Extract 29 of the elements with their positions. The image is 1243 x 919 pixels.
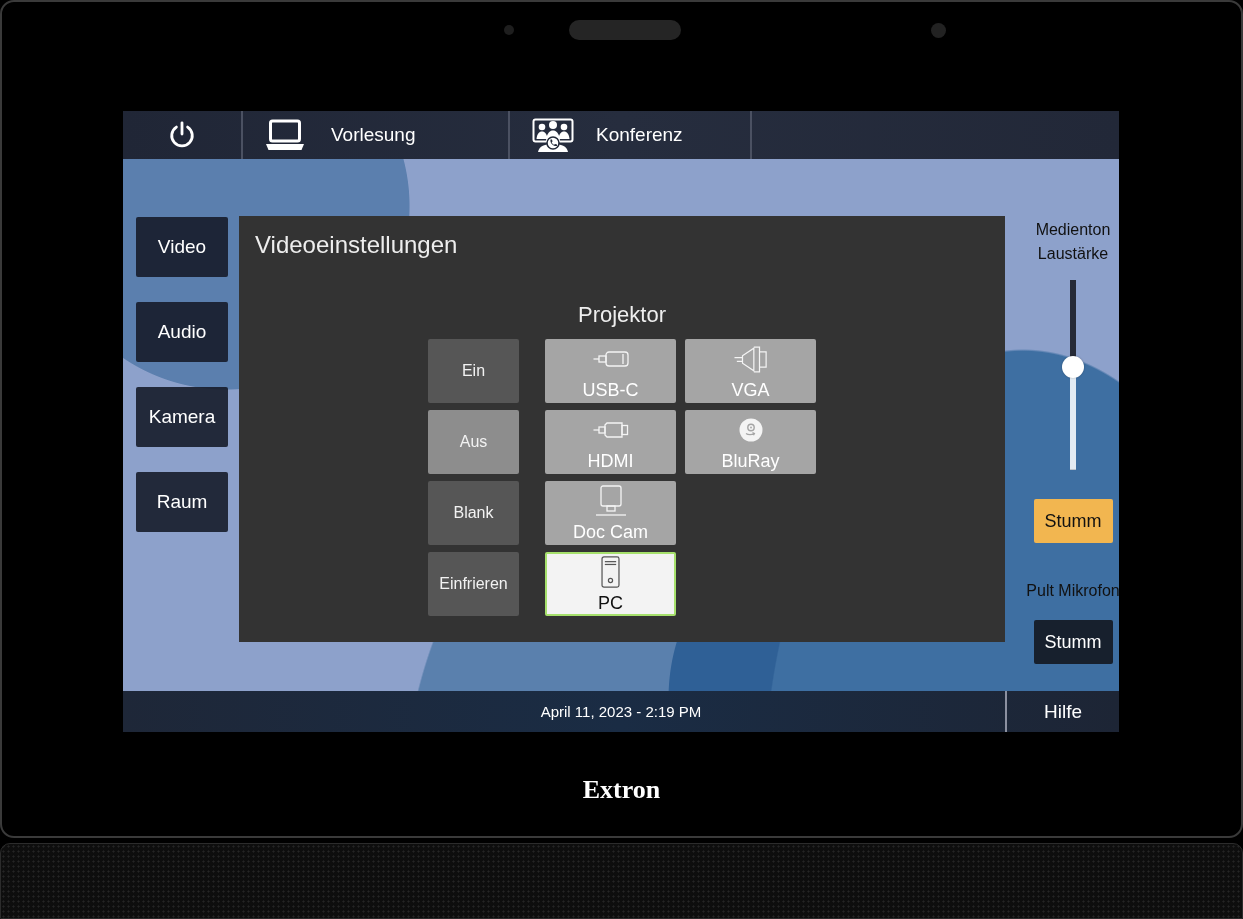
nav-button[interactable]: Kamera: [136, 387, 228, 447]
dialog-title: Videoeinstellungen: [255, 230, 459, 260]
section-heading: Projektor: [576, 302, 667, 328]
connector-icon: [592, 351, 629, 367]
monitor-icon: [595, 485, 626, 517]
projector-control-button[interactable]: Ein: [428, 339, 519, 403]
date-time-text: April 11, 2023 - 2:19 PM: [540, 703, 702, 720]
nav-button[interactable]: Video: [136, 217, 228, 277]
pc-tower-icon: [601, 556, 620, 588]
projector-control-button[interactable]: Blank: [428, 481, 519, 545]
nav-button[interactable]: Audio: [136, 302, 228, 362]
lens-icon: [931, 22, 946, 38]
brand-logo: Extron: [582, 775, 661, 805]
lens-icon: [504, 25, 514, 35]
help-button[interactable]: Hilfe: [1005, 691, 1119, 732]
nav-button[interactable]: Raum: [136, 472, 228, 532]
projector-control-button[interactable]: Einfrieren: [428, 552, 519, 616]
power-icon: [168, 120, 196, 150]
slider-thumb[interactable]: [1062, 356, 1084, 379]
volume-label: Medienton Laustärke: [1034, 220, 1112, 264]
conference-icon: [532, 118, 574, 152]
disc-icon: [738, 418, 763, 442]
source-button[interactable]: PC: [545, 552, 676, 616]
mute-button[interactable]: Stumm: [1033, 499, 1113, 543]
connector-icon: [592, 422, 629, 438]
laptop-icon: [265, 119, 305, 151]
connector-icon: [733, 345, 768, 373]
mic-label: Pult Mikrofon: [1026, 581, 1120, 601]
mute-button[interactable]: Stumm: [1033, 620, 1113, 664]
